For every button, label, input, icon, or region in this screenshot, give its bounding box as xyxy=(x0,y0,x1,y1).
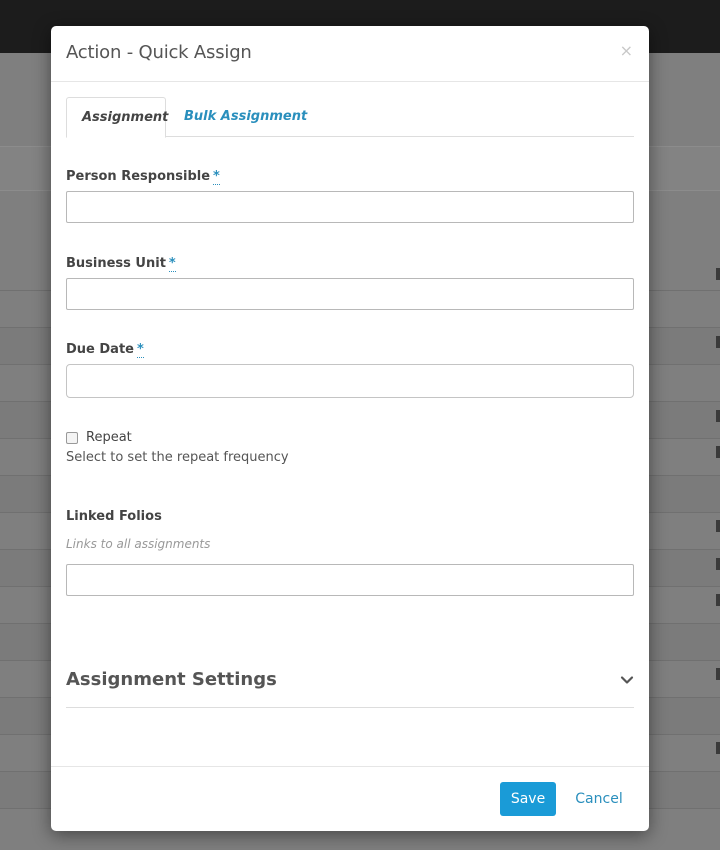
modal-header: Action - Quick Assign × xyxy=(51,26,649,82)
due-date-label-text: Due Date xyxy=(66,342,134,357)
assignment-settings-title[interactable]: Assignment Settings xyxy=(66,669,277,690)
business-unit-label-text: Business Unit xyxy=(66,256,166,271)
due-date-input[interactable] xyxy=(66,364,634,398)
save-button[interactable]: Save xyxy=(500,782,556,816)
required-marker: * xyxy=(213,169,220,185)
business-unit-input[interactable] xyxy=(66,278,634,310)
chevron-down-icon[interactable] xyxy=(619,672,635,688)
required-marker: * xyxy=(168,256,176,272)
close-icon[interactable]: × xyxy=(620,41,633,60)
background-cell-fragment xyxy=(716,268,720,280)
repeat-label[interactable]: Repeat xyxy=(86,430,132,445)
background-cell-fragment xyxy=(716,742,720,754)
due-date-label: Due Date * xyxy=(66,342,144,358)
required-marker: * xyxy=(136,342,144,358)
repeat-checkbox[interactable] xyxy=(66,432,78,444)
repeat-help-text: Select to set the repeat frequency xyxy=(66,450,289,465)
tab-assignment[interactable]: Assignment xyxy=(66,97,168,138)
background-cell-fragment xyxy=(716,336,720,348)
background-cell-fragment xyxy=(716,594,720,606)
tab-bulk-assignment[interactable]: Bulk Assignment xyxy=(169,97,322,137)
linked-folios-input[interactable] xyxy=(66,564,634,596)
background-cell-fragment xyxy=(716,668,720,680)
linked-folios-hint: Links to all assignments xyxy=(66,537,211,551)
footer-divider xyxy=(51,766,649,767)
background-cell-fragment xyxy=(716,410,720,422)
background-cell-fragment xyxy=(716,446,720,458)
person-responsible-label: Person Responsible * xyxy=(66,169,220,185)
background-cell-fragment xyxy=(716,520,720,532)
section-divider xyxy=(66,707,634,708)
quick-assign-modal: Action - Quick Assign × Assignment Bulk … xyxy=(51,26,649,831)
cancel-button[interactable]: Cancel xyxy=(565,782,633,816)
business-unit-label: Business Unit * xyxy=(66,256,176,272)
tab-bar: Assignment Bulk Assignment xyxy=(66,97,634,138)
person-responsible-label-text: Person Responsible xyxy=(66,169,211,184)
linked-folios-label: Linked Folios xyxy=(66,509,162,524)
background-cell-fragment xyxy=(716,558,720,570)
person-responsible-input[interactable] xyxy=(66,191,634,223)
modal-title: Action - Quick Assign xyxy=(66,42,252,63)
